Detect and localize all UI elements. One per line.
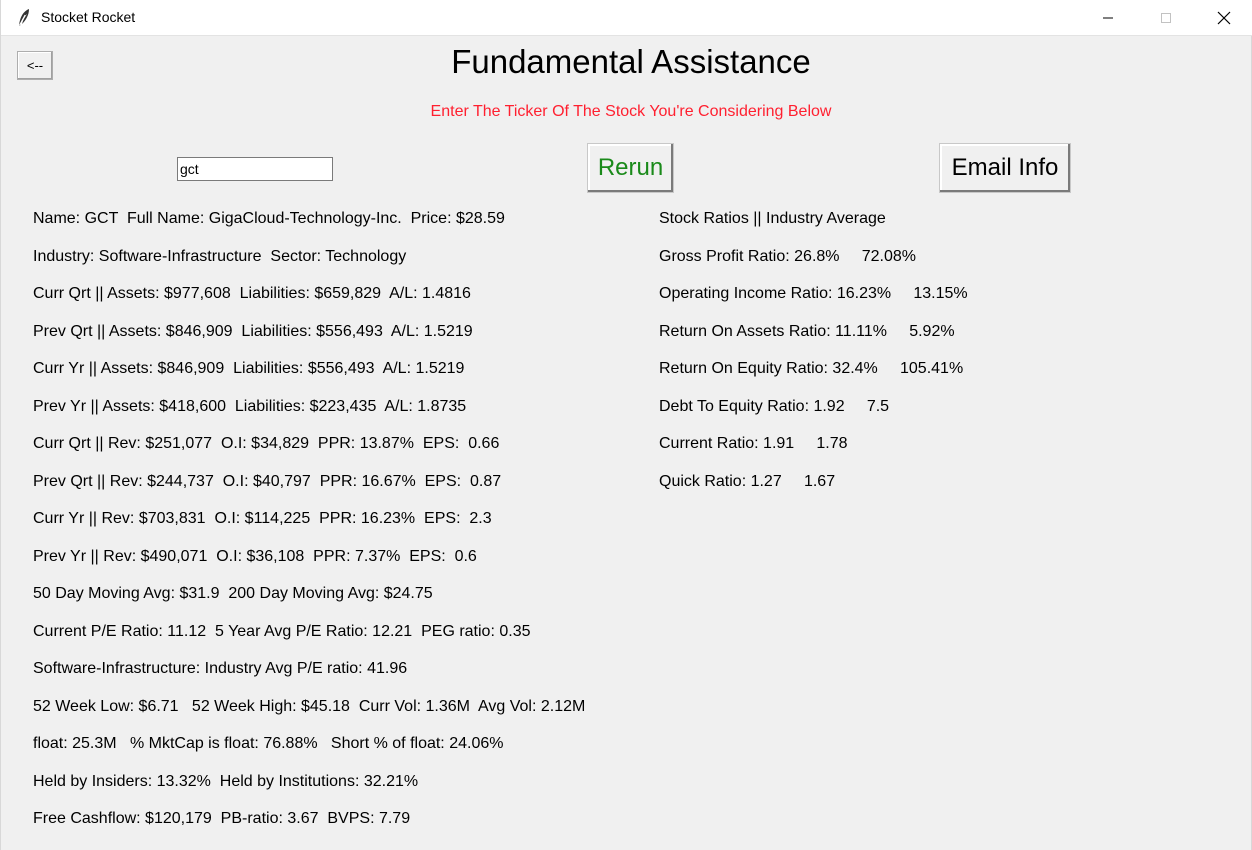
info-industry-pe: Software-Infrastructure: Industry Avg P/… — [33, 660, 408, 677]
info-cashflow: Free Cashflow: $120,179 PB-ratio: 3.67 B… — [33, 810, 411, 827]
info-name-price: Name: GCT Full Name: GigaCloud-Technolog… — [33, 210, 505, 227]
instruction-text: Enter The Ticker Of The Stock You're Con… — [430, 103, 832, 120]
window-title: Stocket Rocket — [41, 9, 136, 25]
minimize-icon — [1103, 17, 1113, 19]
ratio-return-on-equity: Return On Equity Ratio: 32.4% 105.41% — [659, 360, 964, 377]
ratio-gross-profit: Gross Profit Ratio: 26.8% 72.08% — [659, 248, 917, 265]
app-window: Stocket Rocket <-- Fundamental Assistanc… — [0, 0, 1252, 850]
info-52-week-volume: 52 Week Low: $6.71 52 Week High: $45.18 … — [33, 698, 586, 715]
feather-icon — [18, 9, 29, 27]
close-button[interactable] — [1195, 0, 1252, 36]
close-icon — [1217, 11, 1231, 25]
ratio-debt-to-equity: Debt To Equity Ratio: 1.92 7.5 — [659, 398, 890, 415]
minimize-button[interactable] — [1079, 0, 1137, 36]
info-curr-yr-assets: Curr Yr || Assets: $846,909 Liabilities:… — [33, 360, 465, 377]
ratio-quick: Quick Ratio: 1.27 1.67 — [659, 473, 836, 490]
info-industry-sector: Industry: Software-Infrastructure Sector… — [33, 248, 407, 265]
maximize-button[interactable] — [1137, 0, 1195, 36]
info-holders: Held by Insiders: 13.32% Held by Institu… — [33, 773, 419, 790]
info-curr-qrt-rev: Curr Qrt || Rev: $251,077 O.I: $34,829 P… — [33, 435, 500, 452]
maximize-icon — [1161, 13, 1171, 23]
ratio-operating-income: Operating Income Ratio: 16.23% 13.15% — [659, 285, 968, 302]
info-prev-yr-assets: Prev Yr || Assets: $418,600 Liabilities:… — [33, 398, 467, 415]
info-curr-qrt-assets: Curr Qrt || Assets: $977,608 Liabilities… — [33, 285, 471, 302]
rerun-button[interactable]: Rerun — [587, 143, 674, 193]
info-curr-yr-rev: Curr Yr || Rev: $703,831 O.I: $114,225 P… — [33, 510, 492, 527]
info-pe-ratio: Current P/E Ratio: 11.12 5 Year Avg P/E … — [33, 623, 531, 640]
ratio-return-on-assets: Return On Assets Ratio: 11.11% 5.92% — [659, 323, 955, 340]
page-title: Fundamental Assistance — [451, 43, 811, 80]
info-prev-qrt-assets: Prev Qrt || Assets: $846,909 Liabilities… — [33, 323, 473, 340]
ticker-input[interactable] — [177, 157, 333, 181]
email-info-button[interactable]: Email Info — [939, 143, 1071, 193]
ratio-current: Current Ratio: 1.91 1.78 — [659, 435, 848, 452]
info-prev-qrt-rev: Prev Qrt || Rev: $244,737 O.I: $40,797 P… — [33, 473, 502, 490]
info-float: float: 25.3M % MktCap is float: 76.88% S… — [33, 735, 504, 752]
info-moving-avg: 50 Day Moving Avg: $31.9 200 Day Moving … — [33, 585, 433, 602]
ratios-header: Stock Ratios || Industry Average — [659, 210, 886, 227]
info-prev-yr-rev: Prev Yr || Rev: $490,071 O.I: $36,108 PP… — [33, 548, 477, 565]
title-bar: Stocket Rocket — [1, 0, 1252, 36]
